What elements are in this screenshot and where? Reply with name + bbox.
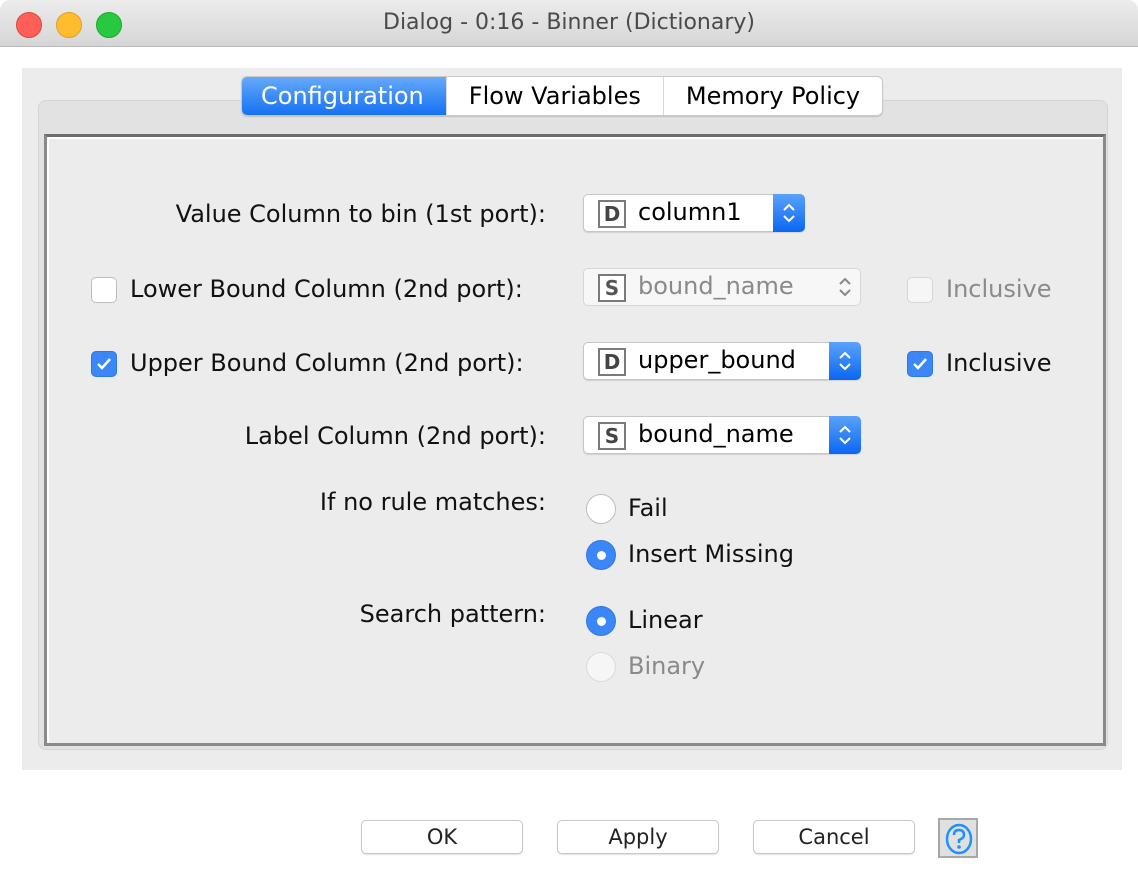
radio-binary-label: Binary — [628, 652, 706, 680]
tab-bar: Configuration Flow Variables Memory Poli… — [241, 76, 884, 116]
checkmark-icon — [913, 358, 927, 370]
tab-configuration[interactable]: Configuration — [242, 77, 447, 115]
radio-linear[interactable] — [586, 606, 616, 636]
up-down-chevron-icon — [773, 194, 805, 232]
ok-button[interactable]: OK — [361, 820, 523, 854]
upper-bound-select[interactable]: D upper_bound — [583, 342, 861, 380]
window-titlebar: Dialog - 0:16 - Binner (Dictionary) — [0, 0, 1138, 47]
apply-button[interactable]: Apply — [557, 820, 719, 854]
up-down-chevron-icon — [829, 342, 861, 380]
upper-inclusive-label: Inclusive — [946, 349, 1052, 377]
value-column-select[interactable]: D column1 — [583, 194, 805, 232]
window-title: Dialog - 0:16 - Binner (Dictionary) — [383, 10, 755, 35]
lower-bound-label: Lower Bound Column (2nd port): — [130, 275, 523, 303]
label-column-label: Label Column (2nd port): — [244, 422, 546, 450]
string-type-icon: S — [598, 422, 626, 450]
upper-bound-label: Upper Bound Column (2nd port): — [130, 349, 524, 377]
up-down-chevron-icon — [829, 268, 861, 306]
radio-binary[interactable] — [586, 652, 616, 682]
lower-bound-checkbox[interactable] — [91, 277, 117, 303]
radio-fail[interactable] — [586, 494, 616, 524]
radio-insert-missing[interactable] — [586, 540, 616, 570]
lower-inclusive-label: Inclusive — [946, 275, 1052, 303]
upper-bound-selected: upper_bound — [638, 346, 796, 374]
no-rule-matches-label: If no rule matches: — [319, 488, 546, 516]
help-question-icon — [945, 823, 973, 855]
cancel-button[interactable]: Cancel — [753, 820, 915, 854]
search-pattern-label: Search pattern: — [359, 600, 546, 628]
upper-bound-checkbox[interactable] — [91, 351, 117, 377]
tab-memory-policy[interactable]: Memory Policy — [664, 77, 882, 115]
lower-inclusive-checkbox[interactable] — [907, 277, 933, 303]
value-column-label: Value Column to bin (1st port): — [175, 200, 546, 228]
label-column-selected: bound_name — [638, 420, 794, 448]
lower-bound-selected: bound_name — [638, 272, 794, 300]
label-column-select[interactable]: S bound_name — [583, 416, 861, 454]
string-type-icon: S — [598, 274, 626, 302]
lower-bound-select[interactable]: S bound_name — [583, 268, 861, 306]
radio-fail-label: Fail — [628, 494, 668, 522]
value-column-selected: column1 — [638, 198, 742, 226]
upper-inclusive-checkbox[interactable] — [907, 351, 933, 377]
checkmark-icon — [97, 358, 111, 370]
help-button[interactable] — [938, 818, 978, 858]
up-down-chevron-icon — [829, 416, 861, 454]
double-type-icon: D — [598, 200, 626, 228]
tab-flow-variables[interactable]: Flow Variables — [447, 77, 664, 115]
radio-insert-missing-label: Insert Missing — [628, 540, 794, 568]
radio-linear-label: Linear — [628, 606, 703, 634]
double-type-icon: D — [598, 348, 626, 376]
